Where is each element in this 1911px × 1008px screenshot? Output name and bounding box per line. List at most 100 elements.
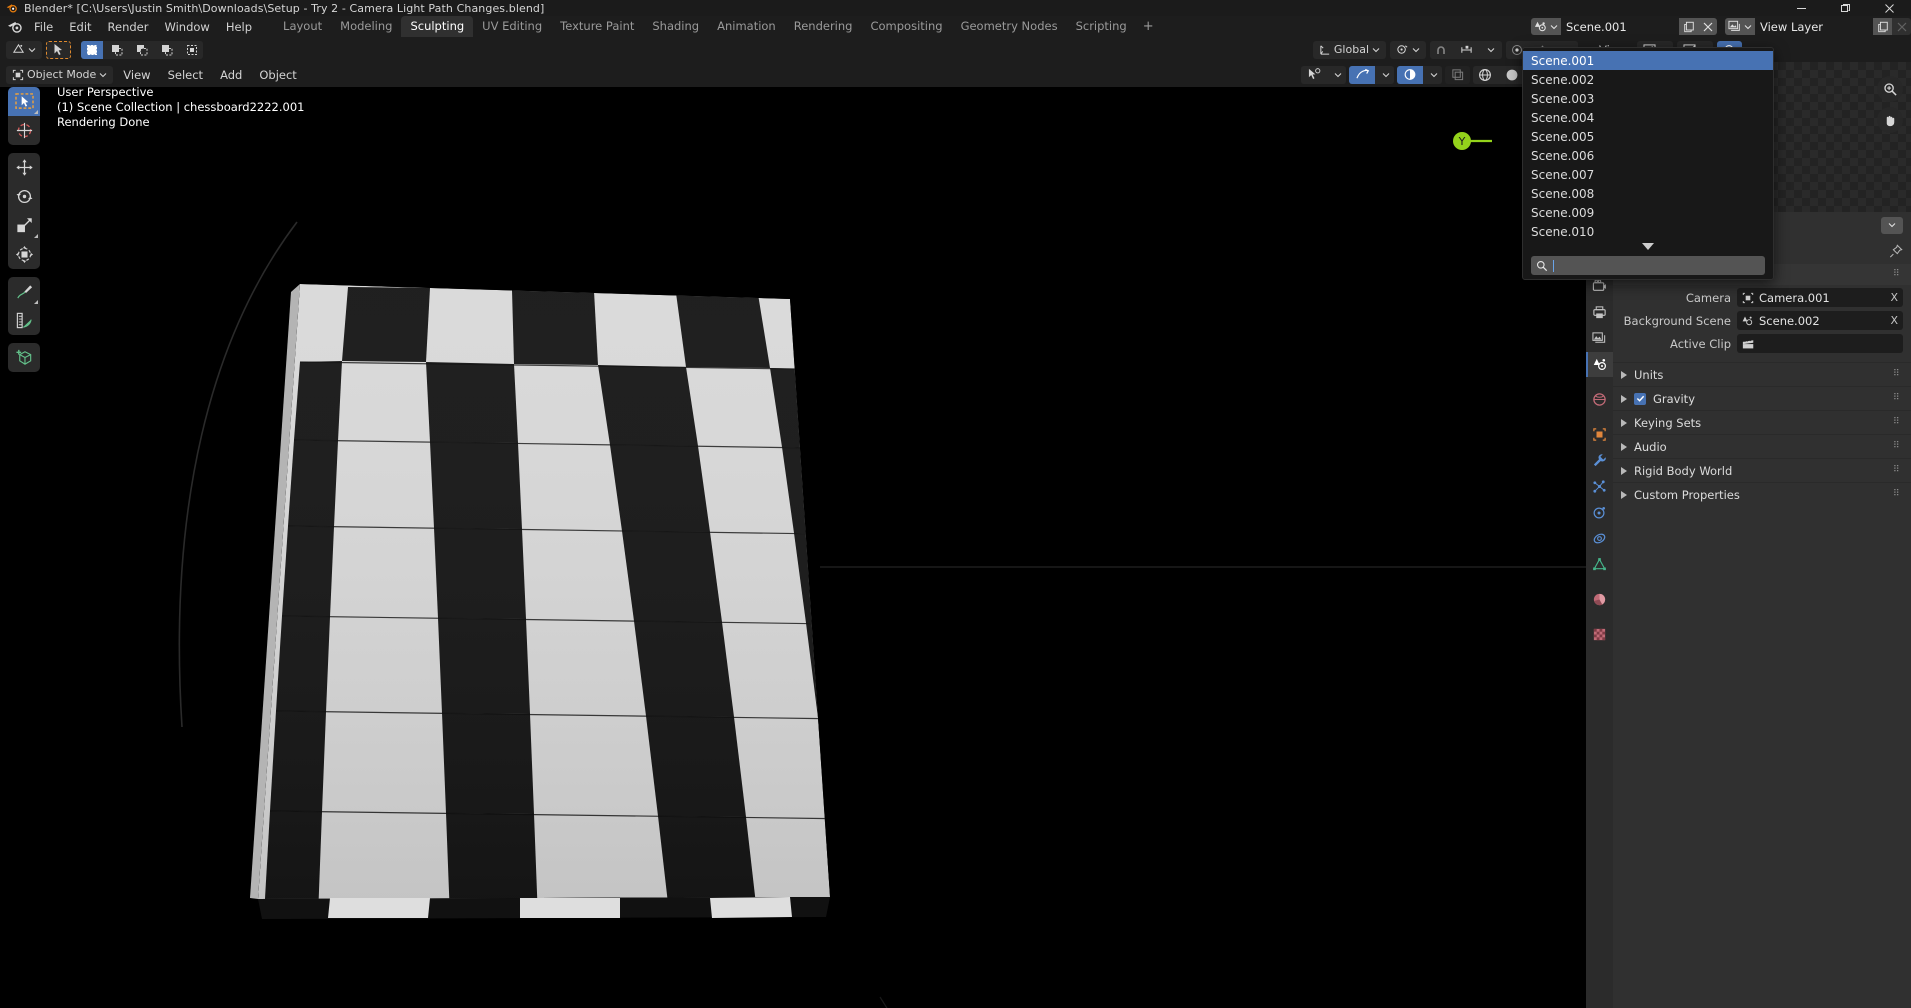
menu-edit[interactable]: Edit bbox=[61, 18, 99, 36]
properties-tab-scene[interactable] bbox=[1586, 352, 1613, 377]
tool-scale[interactable] bbox=[8, 211, 40, 240]
toggle-xray-button[interactable] bbox=[1445, 65, 1470, 84]
scene-dropdown-item-4[interactable]: Scene.005 bbox=[1523, 127, 1773, 146]
background-scene-field[interactable]: Scene.002 X bbox=[1737, 311, 1903, 330]
properties-tab-physics[interactable] bbox=[1586, 500, 1613, 525]
scene-dropdown-search-field[interactable] bbox=[1531, 256, 1765, 275]
select-mode-extend-icon[interactable] bbox=[106, 40, 128, 59]
scene-dropdown-item-5[interactable]: Scene.006 bbox=[1523, 146, 1773, 165]
scene-dropdown-item-3[interactable]: Scene.004 bbox=[1523, 108, 1773, 127]
select-mode-set-icon[interactable] bbox=[81, 40, 103, 59]
minimize-button[interactable] bbox=[1779, 0, 1823, 16]
tool-annotate[interactable] bbox=[8, 277, 40, 306]
workspace-tab-compositing[interactable]: Compositing bbox=[861, 16, 951, 37]
properties-tab-particles[interactable] bbox=[1586, 474, 1613, 499]
workspace-tab-layout[interactable]: Layout bbox=[274, 16, 331, 37]
properties-tab-object[interactable] bbox=[1586, 422, 1613, 447]
properties-tab-output[interactable] bbox=[1586, 300, 1613, 325]
menu-file[interactable]: File bbox=[26, 18, 61, 36]
workspace-tab-modeling[interactable]: Modeling bbox=[331, 16, 401, 37]
workspace-tab-sculpting[interactable]: Sculpting bbox=[401, 16, 474, 37]
maximize-button[interactable] bbox=[1823, 0, 1867, 16]
scene-dropdown-item-8[interactable]: Scene.009 bbox=[1523, 203, 1773, 222]
close-button[interactable] bbox=[1867, 0, 1911, 16]
tool-transform[interactable] bbox=[8, 240, 40, 269]
xray-dropdown-icon[interactable] bbox=[1426, 65, 1442, 84]
add-workspace-button[interactable]: + bbox=[1136, 17, 1161, 36]
view-layer-browse-button[interactable] bbox=[1725, 18, 1755, 35]
shading-wireframe-icon[interactable] bbox=[1473, 65, 1497, 84]
viewport-navigation-gizmo[interactable]: Y bbox=[1426, 105, 1498, 177]
workspace-tab-rendering[interactable]: Rendering bbox=[785, 16, 862, 37]
section-custom-properties[interactable]: Custom Properties ⠿ bbox=[1613, 482, 1911, 506]
scene-dropdown-item-2[interactable]: Scene.003 bbox=[1523, 89, 1773, 108]
properties-tab-texture[interactable] bbox=[1586, 622, 1613, 647]
scene-dropdown-item-1[interactable]: Scene.002 bbox=[1523, 70, 1773, 89]
section-units[interactable]: Units ⠿ bbox=[1613, 362, 1911, 386]
scene-dropdown-more-indicator[interactable] bbox=[1523, 241, 1773, 254]
snap-target-icon[interactable] bbox=[1455, 40, 1477, 59]
scene-dropdown-item-6[interactable]: Scene.007 bbox=[1523, 165, 1773, 184]
camera-clear-button[interactable]: X bbox=[1890, 291, 1898, 304]
pin-icon[interactable] bbox=[1889, 244, 1903, 258]
workspace-tab-uv-editing[interactable]: UV Editing bbox=[473, 16, 551, 37]
interaction-mode-dropdown[interactable]: Object Mode bbox=[6, 65, 114, 84]
remove-view-layer-button[interactable] bbox=[1892, 18, 1911, 35]
workspace-tab-geometry-nodes[interactable]: Geometry Nodes bbox=[952, 16, 1067, 37]
zoom-icon[interactable] bbox=[1877, 76, 1903, 102]
section-gravity[interactable]: Gravity ⠿ bbox=[1613, 386, 1911, 410]
viewport-menu-view[interactable]: View bbox=[116, 66, 157, 84]
select-mode-invert-icon[interactable] bbox=[156, 40, 178, 59]
editor-type-button[interactable] bbox=[6, 40, 42, 59]
snap-toggle-icon[interactable] bbox=[1430, 40, 1452, 59]
shading-solid-icon[interactable] bbox=[1500, 65, 1524, 84]
background-scene-clear-button[interactable]: X bbox=[1890, 314, 1898, 327]
new-scene-button[interactable] bbox=[1679, 18, 1698, 35]
tool-tweak-select-box[interactable] bbox=[8, 87, 40, 116]
properties-tab-world[interactable] bbox=[1586, 387, 1613, 412]
properties-tab-object-data[interactable] bbox=[1586, 552, 1613, 577]
workspace-tab-scripting[interactable]: Scripting bbox=[1067, 16, 1136, 37]
xray-icon[interactable] bbox=[1397, 65, 1423, 84]
gravity-checkbox[interactable] bbox=[1634, 392, 1646, 405]
gizmo-dropdown-icon[interactable] bbox=[1330, 65, 1346, 84]
menu-render[interactable]: Render bbox=[100, 18, 157, 36]
view-layer-name-field[interactable]: View Layer bbox=[1755, 18, 1873, 35]
section-keying-sets[interactable]: Keying Sets ⠿ bbox=[1613, 410, 1911, 434]
transform-orientation-dropdown[interactable]: Global bbox=[1312, 40, 1386, 59]
active-clip-field[interactable] bbox=[1737, 334, 1903, 353]
scene-browse-button[interactable] bbox=[1531, 18, 1561, 35]
viewport-menu-select[interactable]: Select bbox=[161, 66, 210, 84]
workspace-tab-shading[interactable]: Shading bbox=[643, 16, 708, 37]
camera-field[interactable]: Camera.001 X bbox=[1737, 288, 1903, 307]
menu-window[interactable]: Window bbox=[156, 18, 217, 36]
pan-icon[interactable] bbox=[1877, 107, 1903, 133]
properties-tab-material[interactable] bbox=[1586, 587, 1613, 612]
active-tool-button[interactable] bbox=[46, 40, 71, 59]
workspace-tab-animation[interactable]: Animation bbox=[708, 16, 785, 37]
properties-tab-constraints[interactable] bbox=[1586, 526, 1613, 551]
properties-tab-view-layer[interactable] bbox=[1586, 326, 1613, 351]
viewport-menu-add[interactable]: Add bbox=[213, 66, 249, 84]
tool-move[interactable] bbox=[8, 153, 40, 182]
select-mode-intersect-icon[interactable] bbox=[181, 40, 203, 59]
menu-help[interactable]: Help bbox=[218, 18, 260, 36]
workspace-tab-texture-paint[interactable]: Texture Paint bbox=[551, 16, 643, 37]
viewport-3d[interactable]: Global Object Mode View Select Add Objec… bbox=[0, 37, 1586, 1008]
unlink-scene-button[interactable] bbox=[1698, 18, 1717, 35]
scene-dropdown-menu[interactable]: Scene.001 Scene.002 Scene.003 Scene.004 … bbox=[1522, 47, 1774, 280]
scene-dropdown-item-9[interactable]: Scene.010 bbox=[1523, 222, 1773, 241]
tool-add-cube[interactable] bbox=[8, 343, 40, 372]
scene-dropdown-item-7[interactable]: Scene.008 bbox=[1523, 184, 1773, 203]
section-rigid-body-world[interactable]: Rigid Body World ⠿ bbox=[1613, 458, 1911, 482]
blender-menu-icon[interactable] bbox=[4, 18, 26, 36]
pivot-point-dropdown[interactable] bbox=[1390, 40, 1426, 59]
viewport-menu-object[interactable]: Object bbox=[252, 66, 303, 84]
section-audio[interactable]: Audio ⠿ bbox=[1613, 434, 1911, 458]
render-slot-dropdown[interactable] bbox=[1881, 216, 1903, 234]
tool-cursor[interactable] bbox=[8, 116, 40, 145]
new-view-layer-button[interactable] bbox=[1873, 18, 1892, 35]
select-mode-subtract-icon[interactable] bbox=[131, 40, 153, 59]
scene-name-field[interactable]: Scene.001 bbox=[1561, 18, 1679, 35]
scene-dropdown-item-0[interactable]: Scene.001 bbox=[1523, 51, 1773, 70]
